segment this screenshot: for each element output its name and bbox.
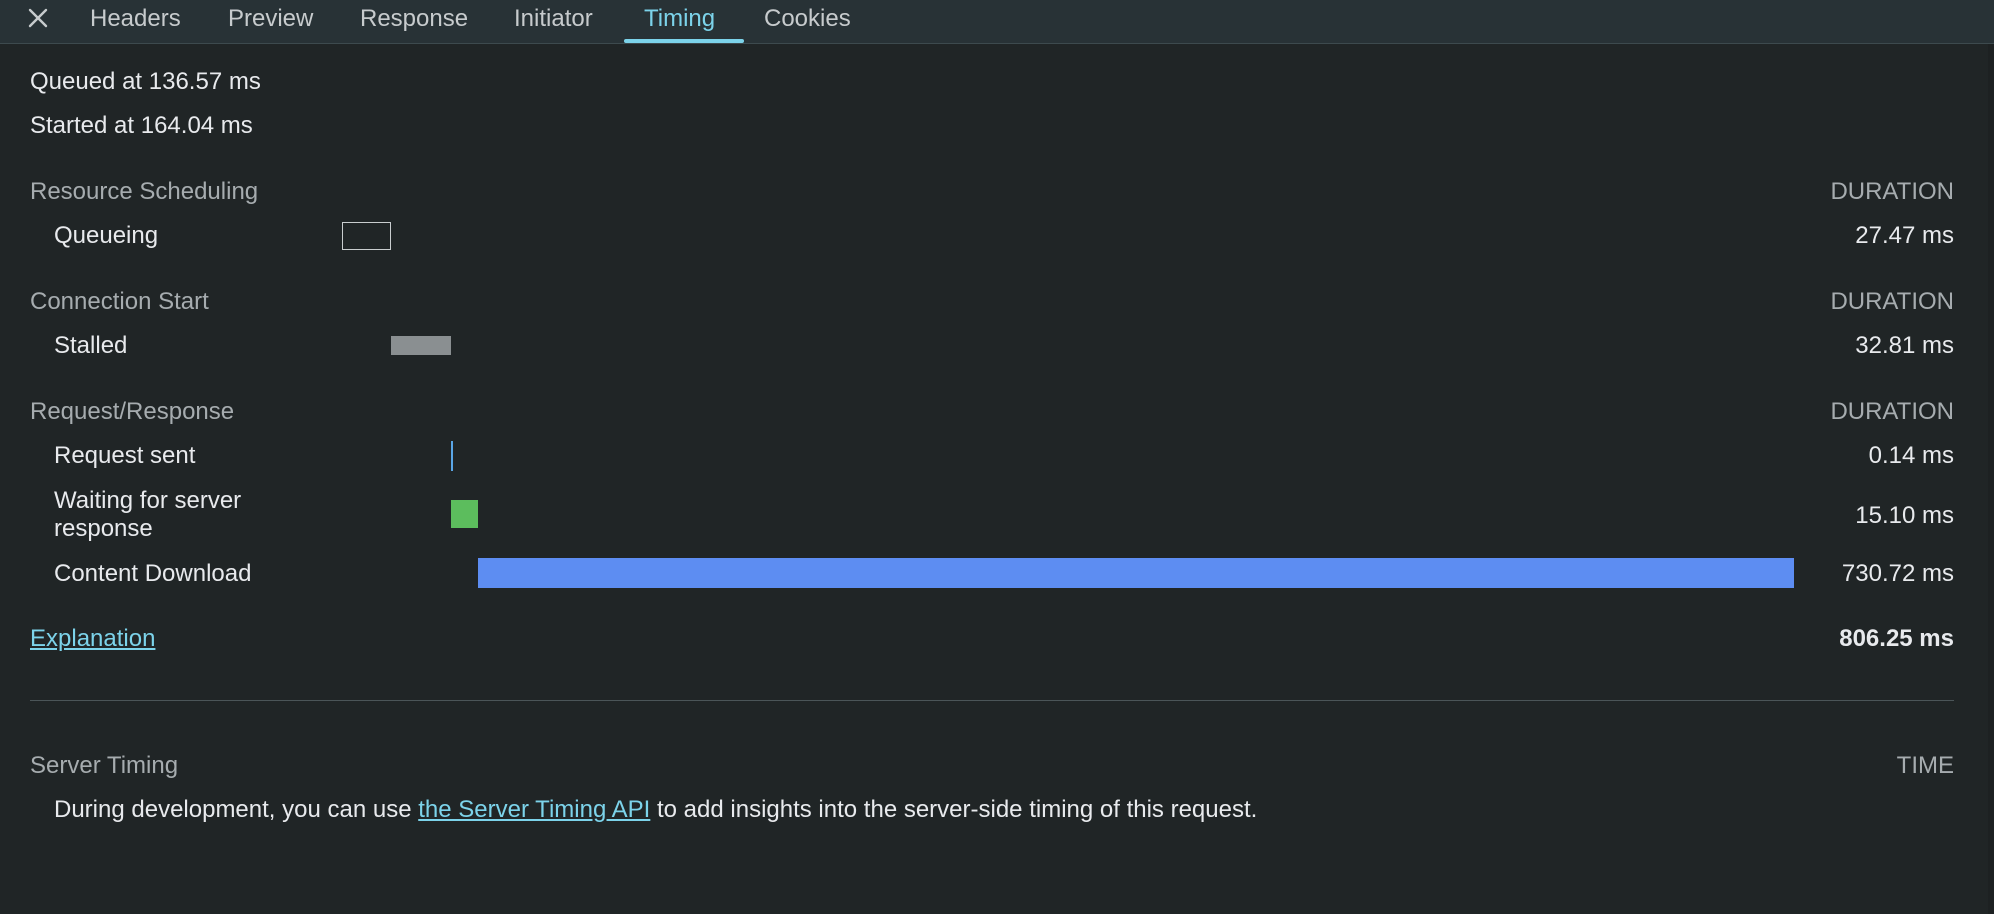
section-title-request-response: Request/Response — [30, 398, 235, 425]
explanation-link[interactable]: Explanation — [30, 625, 155, 653]
tab-initiator[interactable]: Initiator — [514, 0, 593, 43]
bar-waiting — [451, 500, 478, 528]
row-value-content-download: 730.72 ms — [1841, 560, 1954, 587]
row-value-waiting: 15.10 ms — [1855, 502, 1954, 529]
tab-headers[interactable]: Headers — [90, 0, 181, 43]
duration-header: DURATION — [1830, 288, 1954, 315]
bar-request-sent — [451, 441, 453, 471]
duration-header: DURATION — [1830, 398, 1954, 425]
section-title-server-timing: Server Timing — [30, 752, 179, 779]
scrollbar-track[interactable] — [1988, 44, 1994, 914]
server-timing-text-after: to add insights into the server-side tim… — [650, 796, 1258, 823]
started-at: Started at 164.04 ms — [30, 112, 253, 139]
time-header: TIME — [1896, 752, 1954, 779]
close-icon[interactable] — [24, 4, 52, 32]
row-value-queueing: 27.47 ms — [1855, 222, 1954, 249]
tab-timing[interactable]: Timing — [644, 0, 715, 43]
tab-preview[interactable]: Preview — [228, 0, 313, 43]
tab-response[interactable]: Response — [360, 0, 468, 43]
section-title-connection-start: Connection Start — [30, 288, 209, 315]
bar-queueing — [342, 222, 391, 250]
divider — [30, 700, 1954, 701]
bar-content-download — [478, 558, 1794, 588]
row-label-stalled: Stalled — [54, 332, 128, 359]
row-value-request-sent: 0.14 ms — [1868, 442, 1954, 469]
duration-header: DURATION — [1830, 178, 1954, 205]
active-tab-indicator — [624, 39, 744, 43]
row-label-waiting: Waiting for server response — [54, 487, 242, 542]
total-duration: 806.25 ms — [1839, 625, 1954, 652]
tab-bar: Headers Preview Response Initiator Timin… — [0, 0, 1994, 44]
server-timing-api-link[interactable]: the Server Timing API — [418, 796, 650, 823]
queued-at: Queued at 136.57 ms — [30, 68, 261, 95]
tab-cookies[interactable]: Cookies — [764, 0, 851, 43]
row-label-content-download: Content Download — [54, 560, 252, 587]
row-value-stalled: 32.81 ms — [1855, 332, 1954, 359]
section-title-resource-scheduling: Resource Scheduling — [30, 178, 259, 205]
timing-panel: Headers Preview Response Initiator Timin… — [0, 0, 1994, 914]
bar-stalled — [391, 336, 451, 355]
row-label-queueing: Queueing — [54, 222, 159, 249]
row-label-request-sent: Request sent — [54, 442, 196, 469]
server-timing-note: During development, you can use the Serv… — [54, 796, 1257, 824]
server-timing-text-before: During development, you can use — [54, 796, 419, 823]
